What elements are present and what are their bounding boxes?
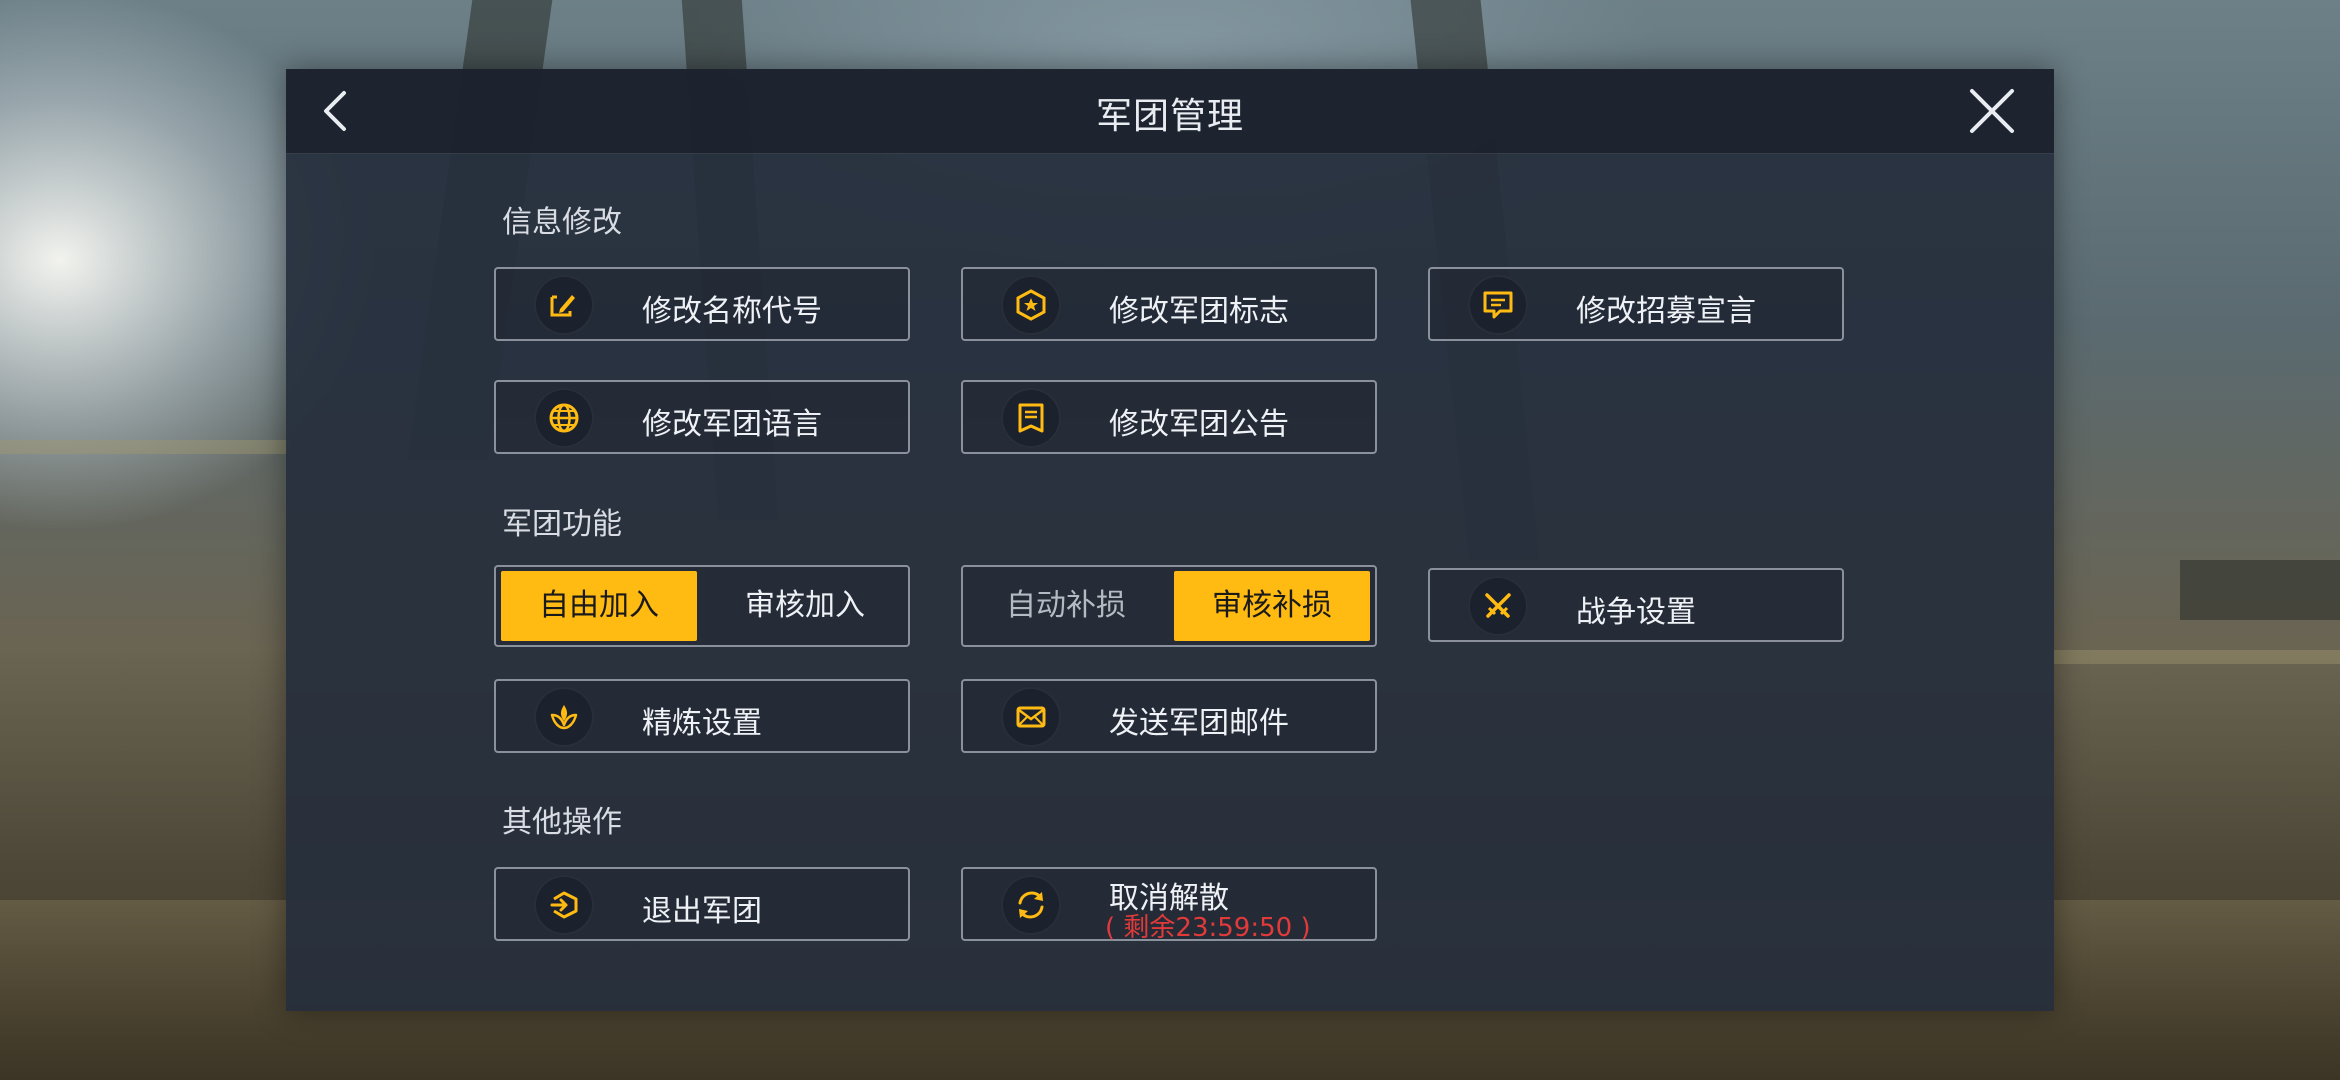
send-mail-label: 发送军团邮件 [1109,706,1289,741]
panel-header: 军团管理 [286,69,2054,154]
edit-icon [534,275,594,335]
auto-repair-option[interactable]: 自动补损 [968,571,1164,641]
war-settings-button[interactable]: 战争设置 [1428,568,1844,642]
edit-recruit-button[interactable]: 修改招募宣言 [1428,267,1844,341]
section-label-other: 其他操作 [502,805,622,840]
edit-recruit-label: 修改招募宣言 [1576,294,1756,329]
edit-notice-button[interactable]: 修改军团公告 [961,380,1377,454]
leave-legion-label: 退出军团 [642,894,762,929]
background-structure [2180,560,2340,620]
page-title: 军团管理 [1095,96,1244,137]
refresh-icon [1001,875,1061,935]
crossed-swords-icon [1468,576,1528,636]
emblem-icon [1001,275,1061,335]
globe-icon [534,388,594,448]
free-join-option[interactable]: 自由加入 [501,571,697,641]
review-repair-option[interactable]: 审核补损 [1174,571,1370,641]
mail-icon [1001,687,1061,747]
edit-language-label: 修改军团语言 [642,407,822,442]
edit-name-label: 修改名称代号 [642,294,822,329]
repair-mode-toggle: 自动补损 审核补损 [961,565,1377,647]
section-label-function: 军团功能 [502,507,622,542]
legion-management-panel: 军团管理 信息修改 修改名称代号 修改军团标志 修改招募宣言 修改军团语言 修改… [286,69,2054,1011]
edit-notice-label: 修改军团公告 [1109,407,1289,442]
notice-icon [1001,388,1061,448]
section-label-info: 信息修改 [502,205,622,240]
edit-language-button[interactable]: 修改军团语言 [494,380,910,454]
edit-name-button[interactable]: 修改名称代号 [494,267,910,341]
leave-legion-button[interactable]: 退出军团 [494,867,910,941]
refine-settings-label: 精炼设置 [642,706,762,741]
refine-icon [534,687,594,747]
background-rail [0,440,290,454]
send-mail-button[interactable]: 发送军团邮件 [961,679,1377,753]
join-mode-toggle: 自由加入 审核加入 [494,565,910,647]
exit-icon [534,875,594,935]
disband-countdown: ( 剩余23:59:50 ) [1105,913,1311,943]
background-rail [2054,650,2340,664]
review-join-option[interactable]: 审核加入 [707,571,903,641]
refine-settings-button[interactable]: 精炼设置 [494,679,910,753]
edit-emblem-button[interactable]: 修改军团标志 [961,267,1377,341]
war-settings-label: 战争设置 [1576,595,1696,630]
cancel-disband-button[interactable]: 取消解散 ( 剩余23:59:50 ) [961,867,1377,943]
message-icon [1468,275,1528,335]
edit-emblem-label: 修改军团标志 [1109,294,1289,329]
close-icon[interactable] [1968,87,2016,135]
